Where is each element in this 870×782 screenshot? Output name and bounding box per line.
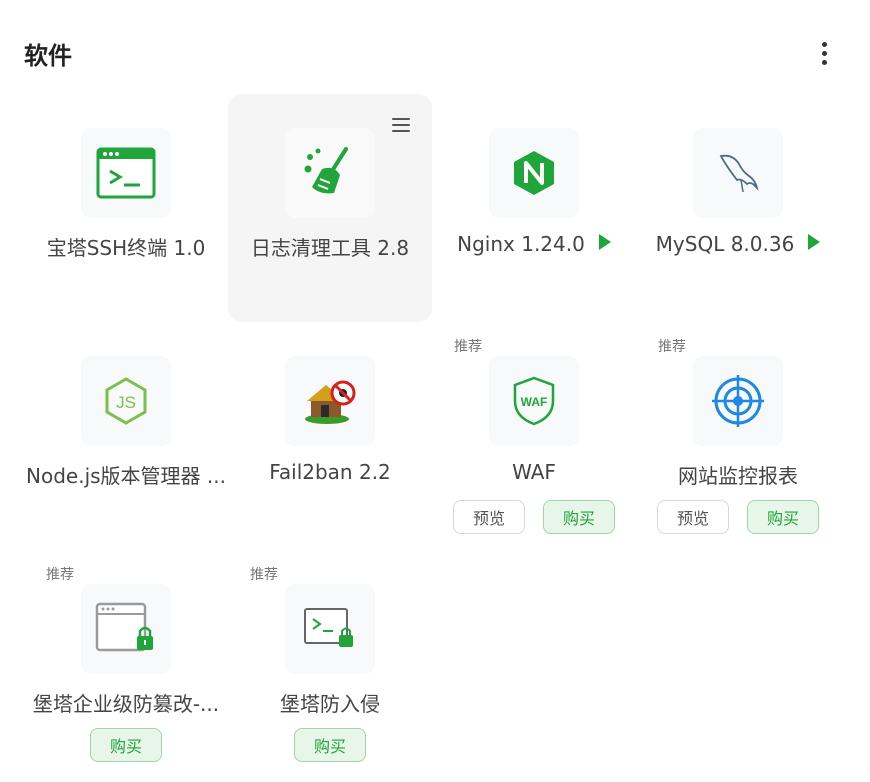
app-name: WAF <box>512 460 556 484</box>
buy-button[interactable]: 购买 <box>294 728 366 762</box>
mysql-dolphin-icon <box>693 128 783 218</box>
terminal-lock-icon <box>285 584 375 674</box>
target-icon <box>693 356 783 446</box>
app-card-nginx[interactable]: Nginx 1.24.0 <box>432 94 636 322</box>
preview-button[interactable]: 预览 <box>657 500 729 534</box>
buy-button[interactable]: 购买 <box>90 728 162 762</box>
page-title: 软件 <box>24 42 72 70</box>
app-card-intrusion-defense[interactable]: 推荐 堡塔防入侵 购买 <box>228 550 432 778</box>
buy-button[interactable]: 购买 <box>543 500 615 534</box>
app-card-log-cleaner[interactable]: 日志清理工具 2.8 <box>228 94 432 322</box>
app-card-waf[interactable]: 推荐 WAF WAF 预览 购买 <box>432 322 636 550</box>
app-name: 日志清理工具 2.8 <box>250 236 410 260</box>
window-lock-icon <box>81 584 171 674</box>
app-card-fail2ban[interactable]: Fail2ban 2.2 <box>228 322 432 550</box>
waf-shield-icon: WAF <box>489 356 579 446</box>
recommend-tag: 推荐 <box>46 567 74 583</box>
app-name: 堡塔防入侵 <box>280 692 380 716</box>
app-name: 堡塔企业级防篡改-... <box>32 692 220 716</box>
buy-button[interactable]: 购买 <box>747 500 819 534</box>
terminal-icon <box>81 128 171 218</box>
menu-icon[interactable] <box>392 118 410 132</box>
app-card-site-monitor[interactable]: 推荐 网站监控报表 预览 购买 <box>636 322 840 550</box>
app-name: Node.js版本管理器 ... <box>26 464 226 488</box>
recommend-tag: 推荐 <box>454 339 482 355</box>
preview-button[interactable]: 预览 <box>453 500 525 534</box>
app-name: 网站监控报表 <box>678 464 798 488</box>
nodejs-icon: JS <box>81 356 171 446</box>
app-card-mysql[interactable]: MySQL 8.0.36 <box>636 94 840 322</box>
app-card-nodejs[interactable]: JS Node.js版本管理器 ... <box>24 322 228 550</box>
play-icon[interactable] <box>598 234 611 250</box>
app-name: Nginx 1.24.0 <box>432 232 636 256</box>
svg-text:JS: JS <box>116 393 136 412</box>
play-icon[interactable] <box>808 234 821 250</box>
more-options-button[interactable] <box>812 38 836 68</box>
app-name: MySQL 8.0.36 <box>636 232 840 256</box>
more-dot <box>821 50 827 56</box>
more-dot <box>821 59 827 65</box>
fail2ban-icon <box>285 356 375 446</box>
nginx-icon <box>489 128 579 218</box>
recommend-tag: 推荐 <box>658 339 686 355</box>
svg-text:WAF: WAF <box>521 395 548 409</box>
app-card-ssh-terminal[interactable]: 宝塔SSH终端 1.0 <box>24 94 228 322</box>
more-dot <box>821 41 827 47</box>
recommend-tag: 推荐 <box>250 567 278 583</box>
app-name: 宝塔SSH终端 1.0 <box>46 236 206 260</box>
app-card-tamper-proof[interactable]: 推荐 堡塔企业级防篡改-... 购买 <box>24 550 228 778</box>
broom-icon <box>285 128 375 218</box>
app-name: Fail2ban 2.2 <box>269 460 391 484</box>
